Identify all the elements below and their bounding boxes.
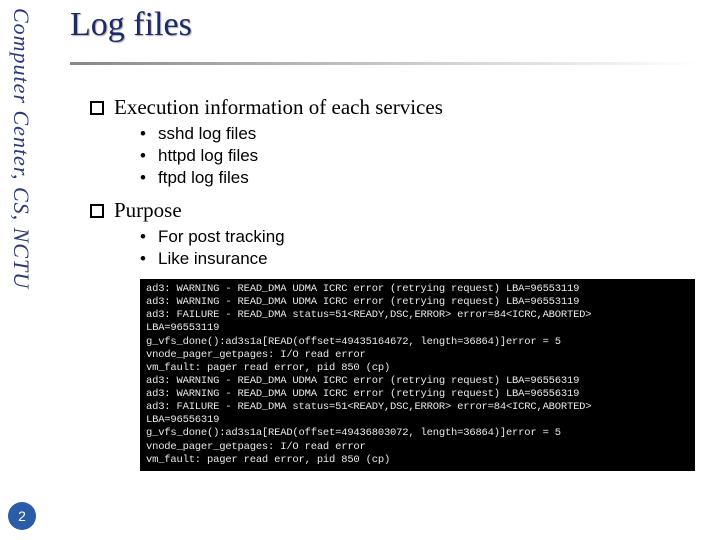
title-divider [70, 62, 700, 65]
terminal-log-output: ad3: WARNING - READ_DMA UDMA ICRC error … [140, 279, 695, 471]
section-heading: Execution information of each services [90, 95, 700, 120]
list-item: •httpd log files [140, 146, 700, 166]
slide-content: Log files Execution information of each … [70, 6, 700, 471]
list-item: •Like insurance [140, 249, 700, 269]
sub-list: •For post tracking •Like insurance [140, 227, 700, 269]
list-item: •For post tracking [140, 227, 700, 247]
square-bullet-icon [90, 204, 104, 218]
page-number-badge: 2 [8, 502, 36, 530]
section-heading-text: Execution information of each services [114, 95, 443, 120]
bullet-list: Execution information of each services •… [90, 95, 700, 471]
list-item: •sshd log files [140, 124, 700, 144]
sidebar-org-text: Computer Center, CS, NCTU [8, 8, 34, 348]
slide-title: Log files [70, 6, 700, 44]
square-bullet-icon [90, 101, 104, 115]
section-heading-text: Purpose [114, 198, 182, 223]
section-heading: Purpose [90, 198, 700, 223]
sub-list: •sshd log files •httpd log files •ftpd l… [140, 124, 700, 188]
list-item: •ftpd log files [140, 168, 700, 188]
